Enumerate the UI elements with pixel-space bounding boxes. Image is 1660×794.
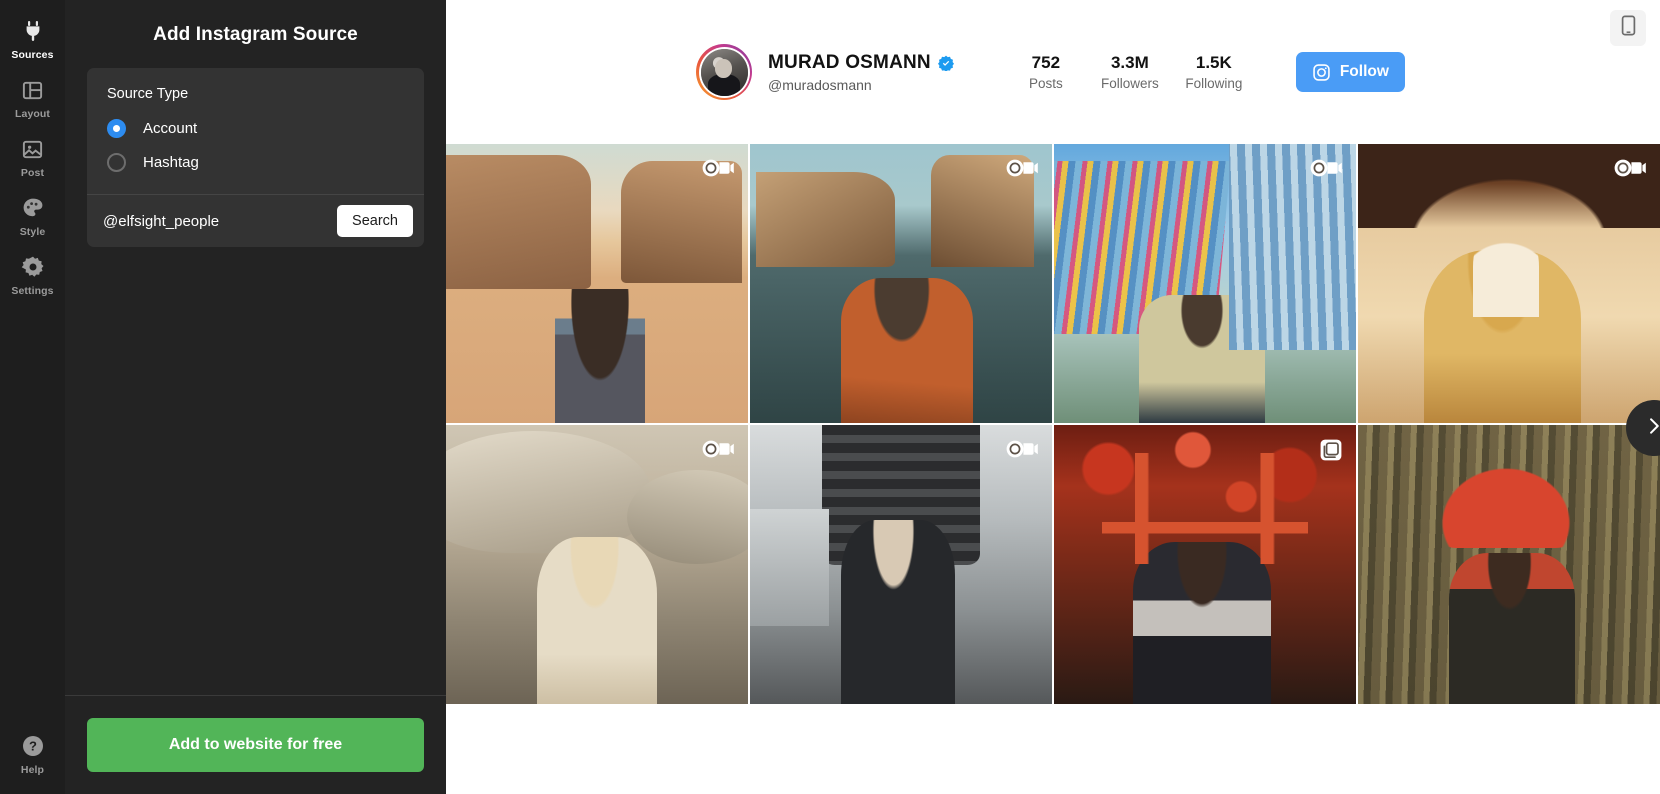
sidebar-item-label: Post: [20, 167, 45, 179]
post-image: [1054, 425, 1356, 704]
sidebar-item-label: Settings: [11, 285, 54, 297]
stat-followers: 3.3M Followers: [1088, 53, 1172, 91]
mobile-preview-toggle[interactable]: [1610, 10, 1646, 46]
search-input[interactable]: [103, 206, 328, 236]
chevron-right-icon: [1644, 416, 1660, 441]
radio-option-account[interactable]: Account: [107, 119, 404, 138]
source-type-section: Source Type Account Hashtag: [87, 68, 424, 194]
sidebar-item-settings[interactable]: Settings: [0, 244, 65, 303]
radio-label-hashtag: Hashtag: [143, 154, 199, 171]
widget-preview-stage: MURAD OSMANN @muradosmann 752 Posts 3.3M…: [446, 0, 1660, 794]
sidebar-item-style[interactable]: Style: [0, 185, 65, 244]
post-tile[interactable]: [750, 144, 1052, 423]
profile-stats: 752 Posts 3.3M Followers 1.5K Following: [1004, 53, 1256, 91]
panel-footer: Add to website for free: [65, 695, 446, 794]
stat-following: 1.5K Following: [1172, 53, 1256, 91]
mobile-icon: [1620, 15, 1637, 41]
avatar-ring[interactable]: [696, 44, 752, 100]
gear-icon: [20, 254, 46, 280]
instagram-profile-header: MURAD OSMANN @muradosmann 752 Posts 3.3M…: [446, 0, 1660, 144]
add-to-website-button[interactable]: Add to website for free: [87, 718, 424, 772]
follow-button-label: Follow: [1339, 63, 1389, 80]
sidebar-item-label: Layout: [14, 108, 51, 120]
left-nav-rail: Sources Layout Post Style Settings ? Hel…: [0, 0, 65, 794]
sidebar-item-layout[interactable]: Layout: [0, 67, 65, 126]
follow-button[interactable]: Follow: [1295, 52, 1405, 92]
radio-label-account: Account: [143, 120, 198, 137]
post-tile[interactable]: [1358, 425, 1660, 704]
post-image: [750, 144, 1052, 423]
panel-title: Add Instagram Source: [153, 24, 358, 45]
post-image: [446, 144, 748, 423]
post-tile[interactable]: [446, 144, 748, 423]
stat-label: Posts: [1028, 76, 1063, 91]
source-type-card: Source Type Account Hashtag Search: [87, 68, 424, 247]
image-icon: [20, 136, 46, 162]
palette-icon: [20, 195, 46, 221]
post-image: [1358, 144, 1660, 423]
stat-value: 1.5K: [1195, 53, 1232, 72]
post-tile[interactable]: [446, 425, 748, 704]
profile-names: MURAD OSMANN @muradosmann: [768, 52, 954, 93]
stat-value: 752: [1031, 53, 1061, 72]
post-tile[interactable]: [1358, 144, 1660, 423]
question-circle-icon: ?: [20, 733, 46, 759]
sidebar-item-label: Help: [20, 764, 45, 776]
profile-name-row: MURAD OSMANN: [768, 52, 954, 74]
post-image: [446, 425, 748, 704]
post-tile[interactable]: [1054, 425, 1356, 704]
radio-button-account[interactable]: [107, 119, 126, 138]
sidebar-item-label: Sources: [11, 49, 54, 61]
source-type-label: Source Type: [107, 86, 189, 102]
plug-icon: [20, 18, 46, 44]
app-root: Sources Layout Post Style Settings ? Hel…: [0, 0, 1660, 794]
stat-posts: 752 Posts: [1004, 53, 1088, 91]
post-tile[interactable]: [1054, 144, 1356, 423]
source-config-panel: Add Instagram Source Source Type Account…: [65, 0, 446, 794]
sidebar-item-post[interactable]: Post: [0, 126, 65, 185]
instagram-icon: [1312, 63, 1331, 82]
svg-text:?: ?: [29, 739, 37, 754]
profile-header-inner: MURAD OSMANN @muradosmann 752 Posts 3.3M…: [696, 44, 1405, 100]
avatar-inner: [698, 46, 750, 98]
avatar: [700, 48, 748, 96]
search-button[interactable]: Search: [337, 205, 413, 237]
sidebar-item-sources[interactable]: Sources: [0, 8, 65, 67]
post-image: [1054, 144, 1356, 423]
verified-badge-icon: [937, 55, 954, 71]
layout-icon: [20, 77, 46, 103]
post-image: [750, 425, 1052, 704]
profile-handle: @muradosmann: [768, 76, 872, 93]
stat-label: Followers: [1100, 76, 1159, 91]
search-row: Search: [87, 195, 424, 247]
stat-value: 3.3M: [1110, 53, 1149, 72]
profile-name: MURAD OSMANN: [768, 51, 931, 73]
radio-option-hashtag[interactable]: Hashtag: [107, 153, 404, 172]
panel-body: Source Type Account Hashtag Search: [65, 68, 446, 695]
stat-label: Following: [1185, 76, 1243, 91]
radio-button-hashtag[interactable]: [107, 153, 126, 172]
post-image: [1358, 425, 1660, 704]
sidebar-item-label: Style: [19, 226, 46, 238]
post-tile[interactable]: [750, 425, 1052, 704]
post-grid: [446, 144, 1660, 794]
sidebar-item-help[interactable]: ? Help: [0, 723, 65, 794]
